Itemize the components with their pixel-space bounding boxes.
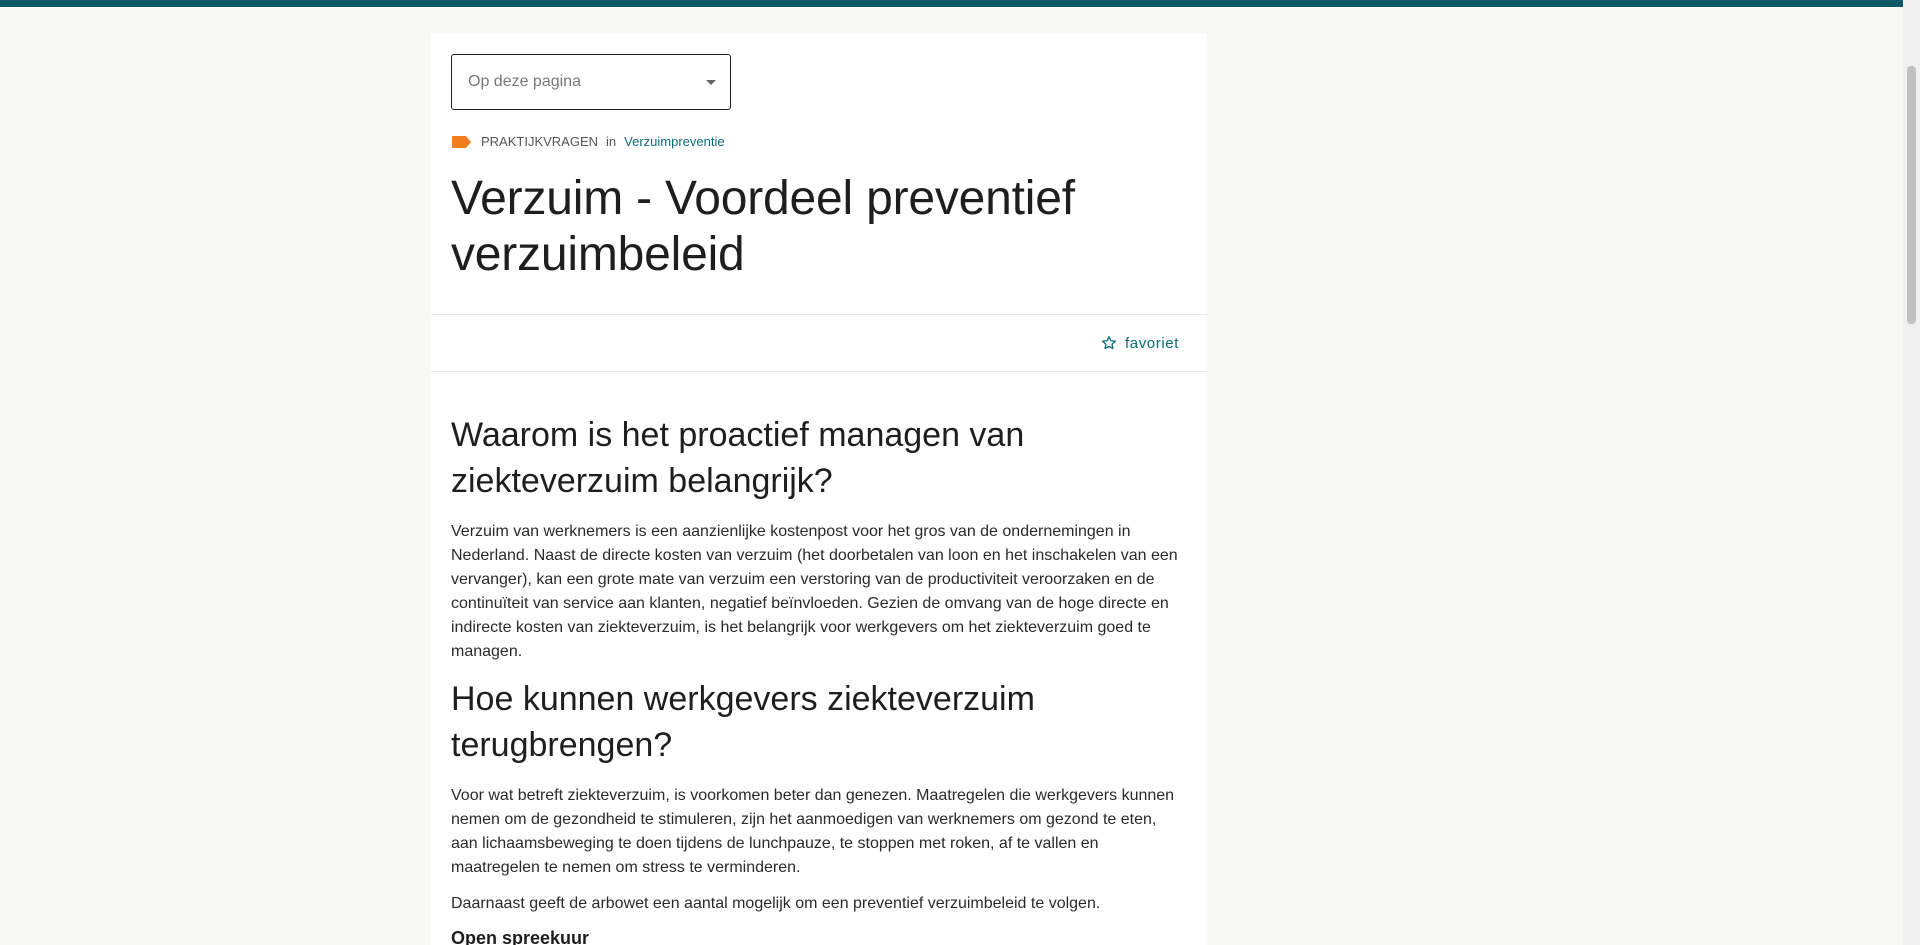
in-label: in: [606, 134, 617, 149]
dropdown-label: Op deze pagina: [468, 73, 581, 90]
scrollbar-thumb[interactable]: [1907, 66, 1916, 324]
chevron-down-icon: [706, 79, 716, 85]
section-paragraph: Daarnaast geeft de arbowet een aantal mo…: [451, 895, 1101, 912]
topic-link[interactable]: Verzuimpreventie: [624, 134, 724, 149]
section-paragraph: Voor wat betreft ziekteverzuim, is voork…: [451, 787, 1175, 876]
section-paragraph: Verzuim van werknemers is een aanzienlij…: [451, 523, 1178, 660]
article-meta: PRAKTIJKVRAGEN in Verzuimpreventie: [451, 134, 1187, 149]
top-bar: [0, 0, 1920, 7]
category-label: PRAKTIJKVRAGEN: [481, 134, 599, 149]
favorite-button[interactable]: favoriet: [1101, 335, 1179, 352]
on-this-page-dropdown[interactable]: Op deze pagina: [451, 54, 731, 110]
article-actions: favoriet: [431, 314, 1207, 372]
favorite-label: favoriet: [1125, 334, 1179, 352]
article-content: Waarom is het proactief managen van ziek…: [431, 372, 1207, 945]
article-page: Op deze pagina PRAKTIJKVRAGEN in Verzuim…: [431, 34, 1207, 945]
section-heading: Hoe kunnen werkgevers ziekteverzuim teru…: [451, 680, 1035, 764]
page-title: Verzuim - Voordeel preventief verzuimbel…: [451, 172, 1075, 281]
section-heading: Waarom is het proactief managen van ziek…: [451, 416, 1025, 500]
star-icon: [1102, 336, 1116, 350]
tag-icon: [452, 135, 471, 148]
page-scrollbar[interactable]: [1903, 0, 1920, 945]
article-header: Op deze pagina PRAKTIJKVRAGEN in Verzuim…: [431, 34, 1207, 314]
subsection-heading: Open spreekuur: [451, 928, 590, 945]
